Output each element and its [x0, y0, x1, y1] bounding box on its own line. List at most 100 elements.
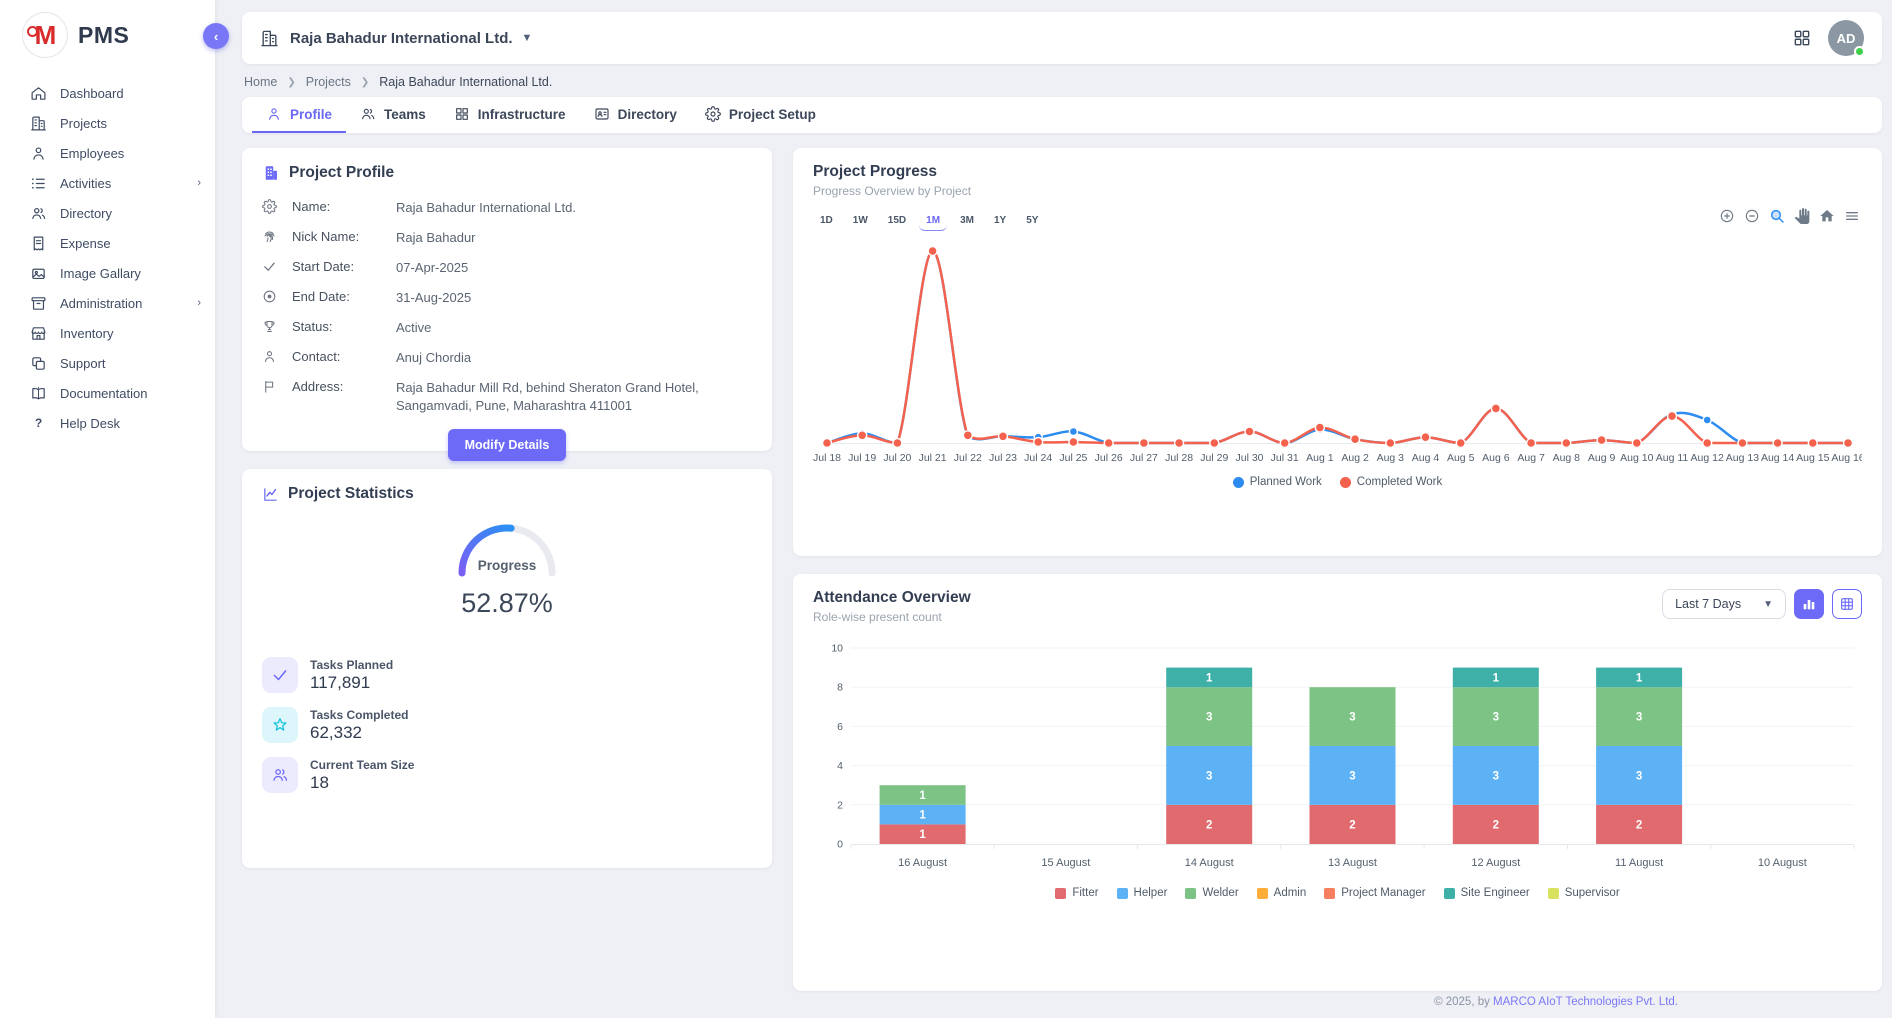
range-button-5y[interactable]: 5Y [1019, 212, 1045, 231]
legend-item-fitter[interactable]: Fitter [1055, 887, 1098, 899]
footer-company-link[interactable]: MARCO AIoT Technologies Pvt. Ltd. [1493, 996, 1678, 1008]
legend-item-helper[interactable]: Helper [1117, 887, 1168, 899]
person-icon [30, 145, 47, 162]
statistics-card-title: Project Statistics [288, 485, 414, 503]
list-icon [30, 175, 47, 192]
tab-teams[interactable]: Teams [346, 97, 440, 133]
tab-project-setup[interactable]: Project Setup [691, 97, 830, 133]
svg-text:Aug 6: Aug 6 [1482, 452, 1510, 464]
attendance-overview-card: Attendance Overview Role-wise present co… [793, 574, 1882, 991]
sidebar-item-dashboard[interactable]: Dashboard [0, 78, 215, 108]
stat-label: Tasks Completed [310, 708, 408, 722]
range-button-3m[interactable]: 3M [953, 212, 981, 231]
range-button-15d[interactable]: 15D [881, 212, 913, 231]
sidebar-nav: DashboardProjects Employees Activities›Dir… [0, 78, 215, 438]
svg-text:0: 0 [837, 839, 843, 851]
home-icon [30, 85, 47, 102]
zoom-out-icon[interactable] [1744, 208, 1760, 224]
range-button-1y[interactable]: 1Y [987, 212, 1013, 231]
range-button-1d[interactable]: 1D [813, 212, 840, 231]
zoom-in-icon[interactable] [1719, 208, 1735, 224]
svg-text:4: 4 [837, 760, 843, 772]
sidebar-collapse-button[interactable]: ‹ [203, 23, 229, 49]
sidebar-item-help-desk[interactable]: ?Help Desk [0, 408, 215, 438]
sidebar-item-employees[interactable]: Employees [0, 138, 215, 168]
sidebar-item-documentation[interactable]: Documentation [0, 378, 215, 408]
chevron-down-icon: ▼ [1763, 599, 1773, 610]
home-reset-icon[interactable] [1819, 208, 1835, 224]
svg-text:Aug 1: Aug 1 [1306, 452, 1334, 464]
chevron-right-icon: › [197, 177, 201, 189]
legend-item-planned-work[interactable]: Planned Work [1233, 476, 1322, 488]
legend-label: Helper [1134, 887, 1168, 899]
time-range-buttons: 1D 1W 15D 1M 3M 1Y 5Y [813, 212, 1862, 231]
legend-label: Site Engineer [1461, 887, 1530, 899]
tab-infrastructure[interactable]: Infrastructure [440, 97, 580, 133]
user-avatar[interactable]: AD [1828, 20, 1864, 56]
breadcrumb: Home❯Projects❯Raja Bahadur International… [242, 64, 1882, 97]
svg-text:Aug 3: Aug 3 [1377, 452, 1405, 464]
app-logo: M PMS [0, 0, 215, 68]
star-icon [262, 707, 298, 743]
breadcrumb-item[interactable]: Home [244, 75, 277, 89]
tab-profile[interactable]: Profile [252, 97, 346, 133]
sidebar-item-image-gallary[interactable]: Image Gallary [0, 258, 215, 288]
chevron-right-icon: ❯ [361, 77, 369, 88]
legend-item-supervisor[interactable]: Supervisor [1548, 887, 1620, 899]
range-button-1m[interactable]: 1M [919, 212, 947, 231]
selection-zoom-icon[interactable] [1769, 208, 1785, 224]
date-range-select[interactable]: Last 7 Days ▼ [1662, 589, 1786, 619]
progress-gauge: Progress 52.87% [262, 517, 752, 619]
chevron-down-icon[interactable]: ▼ [522, 32, 533, 44]
building-badge-icon [262, 164, 280, 182]
legend-item-admin[interactable]: Admin [1257, 887, 1307, 899]
svg-text:Jul 28: Jul 28 [1165, 452, 1193, 464]
chevron-right-icon: › [197, 297, 201, 309]
bar-chart-legend: Fitter Helper Welder Admin Project Manager Si… [813, 887, 1862, 899]
sidebar-item-label: Employees [60, 146, 124, 161]
svg-text:Jul 22: Jul 22 [954, 452, 982, 464]
tab-directory[interactable]: Directory [580, 97, 691, 133]
svg-text:13 August: 13 August [1328, 857, 1377, 869]
range-button-1w[interactable]: 1W [846, 212, 875, 231]
legend-color-square [1117, 888, 1128, 899]
sidebar-item-inventory[interactable]: Inventory [0, 318, 215, 348]
svg-text:3: 3 [1206, 712, 1212, 724]
sidebar-item-directory[interactable]: Directory [0, 198, 215, 228]
table-view-button[interactable] [1832, 589, 1862, 619]
sidebar-item-support[interactable]: Support [0, 348, 215, 378]
svg-text:3: 3 [1349, 712, 1355, 724]
legend-item-completed-work[interactable]: Completed Work [1340, 476, 1442, 488]
sidebar-item-expense[interactable]: Expense [0, 228, 215, 258]
menu-icon[interactable] [1844, 208, 1860, 224]
image-icon [30, 265, 47, 282]
stat-label: Tasks Planned [310, 658, 393, 672]
sidebar-item-projects[interactable]: Projects [0, 108, 215, 138]
project-statistics-card: Project Statistics Progress 52.87% Tasks… [242, 469, 772, 868]
stat-value: 62,332 [310, 723, 408, 743]
pan-hand-icon[interactable] [1794, 208, 1810, 224]
svg-text:14 August: 14 August [1185, 857, 1234, 869]
svg-text:2: 2 [1636, 819, 1642, 831]
svg-text:Jul 18: Jul 18 [813, 452, 841, 464]
modify-details-button[interactable]: Modify Details [448, 429, 567, 461]
main-area: Raja Bahadur International Ltd. ▼ AD Hom… [215, 0, 1892, 1018]
breadcrumb-item[interactable]: Projects [306, 75, 351, 89]
legend-item-project-manager[interactable]: Project Manager [1324, 887, 1425, 899]
stat-value: 18 [310, 773, 414, 793]
svg-text:1: 1 [1493, 672, 1500, 684]
flag-icon [262, 378, 288, 399]
legend-item-welder[interactable]: Welder [1185, 887, 1238, 899]
apps-grid-icon[interactable] [1792, 28, 1812, 48]
legend-item-site-engineer[interactable]: Site Engineer [1444, 887, 1530, 899]
project-selector[interactable]: Raja Bahadur International Ltd. [290, 30, 513, 47]
bar-chart-view-button[interactable] [1794, 589, 1824, 619]
sidebar-item-activities[interactable]: Activities› [0, 168, 215, 198]
svg-text:3: 3 [1636, 770, 1642, 782]
profile-fields: Name:Raja Bahadur International Ltd.Nick… [262, 198, 752, 414]
profile-field: Status:Active [262, 318, 752, 339]
progress-card-subtitle: Progress Overview by Project [813, 184, 1862, 198]
field-label: Nick Name: [292, 228, 392, 244]
sidebar-item-administration[interactable]: Administration› [0, 288, 215, 318]
line-chart-legend: Planned Work Completed Work [813, 476, 1862, 488]
